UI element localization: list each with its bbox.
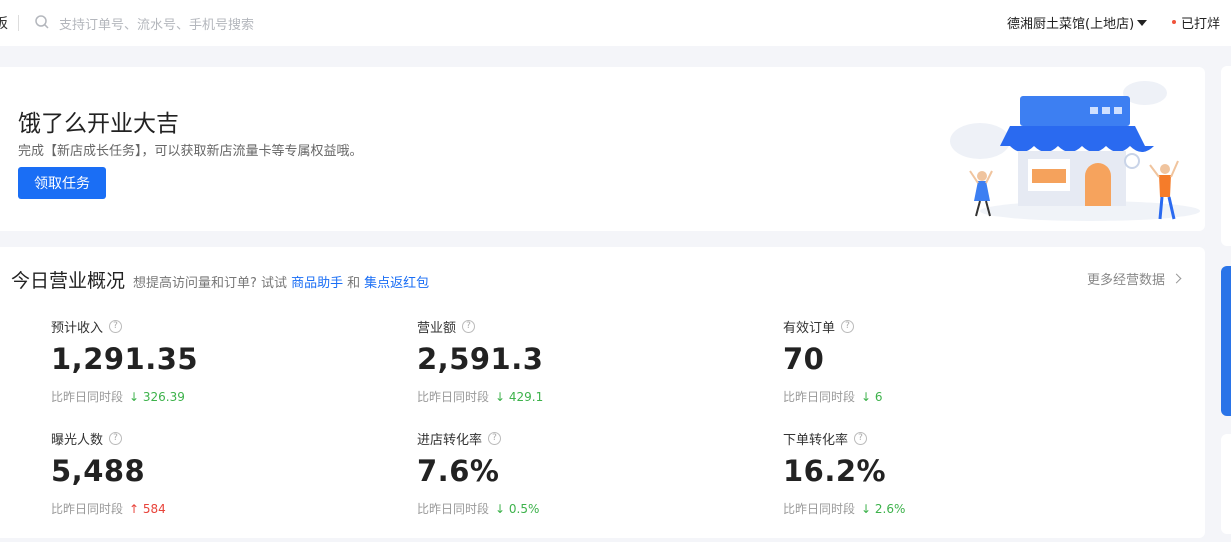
metric-value: 7.6% bbox=[417, 454, 500, 488]
metric-valid-orders: 有效订单? 70 比昨日同时段 ↓ 6 bbox=[783, 317, 1083, 405]
metric-visit-conversion: 进店转化率? 7.6% 比昨日同时段 ↓ 0.5% bbox=[417, 429, 717, 517]
compare-label: 比昨日同时段 bbox=[51, 390, 124, 404]
help-icon[interactable]: ? bbox=[109, 431, 123, 445]
storefront-illustration bbox=[950, 81, 1200, 221]
metric-label: 进店转化率 bbox=[417, 432, 483, 448]
banner-subtitle: 完成【新店成长任务】，可以获取新店流量卡等专属权益哦。 bbox=[18, 144, 363, 159]
delta-value: ↑ 584 bbox=[129, 501, 166, 516]
claim-task-button[interactable]: 领取任务 bbox=[18, 167, 106, 199]
metric-value: 16.2% bbox=[783, 454, 887, 488]
search-icon bbox=[35, 15, 49, 29]
status-dot bbox=[1172, 20, 1176, 24]
delta-value: ↓ 0.5% bbox=[495, 501, 540, 516]
caret-down-icon bbox=[1137, 19, 1148, 26]
metric-label: 曝光人数 bbox=[51, 432, 104, 448]
metric-value: 1,291.35 bbox=[51, 342, 199, 376]
side-panel-tab[interactable] bbox=[1221, 266, 1231, 416]
overview-title: 今日营业概况 bbox=[11, 270, 126, 292]
help-icon[interactable]: ? bbox=[109, 319, 123, 333]
metric-order-conversion: 下单转化率? 16.2% 比昨日同时段 ↓ 2.6% bbox=[783, 429, 1083, 517]
metric-value: 5,488 bbox=[51, 454, 146, 488]
more-data-link[interactable]: 更多经营数据 bbox=[1087, 269, 1182, 288]
delta-value: ↓ 6 bbox=[861, 389, 883, 404]
metric-label: 营业额 bbox=[417, 320, 457, 336]
help-icon[interactable]: ? bbox=[841, 319, 855, 333]
delta-value: ↓ 326.39 bbox=[129, 389, 185, 404]
metric-label: 下单转化率 bbox=[783, 432, 849, 448]
store-status[interactable]: 已打烊 bbox=[1181, 13, 1220, 32]
today-overview-card: 今日营业概况 想提高访问量和订单? 试试 商品助手 和 集点返红包 更多经营数据… bbox=[0, 247, 1205, 538]
side-panel-edge-lower bbox=[1221, 434, 1231, 534]
metric-label: 有效订单 bbox=[783, 320, 836, 336]
overview-hint: 想提高访问量和订单? 试试 bbox=[133, 276, 288, 291]
compare-label: 比昨日同时段 bbox=[417, 502, 490, 516]
chevron-right-icon bbox=[1171, 273, 1182, 284]
metric-exposure: 曝光人数? 5,488 比昨日同时段 ↑ 584 bbox=[51, 429, 351, 517]
store-selector[interactable]: 德湘厨土菜馆(上地店) bbox=[1007, 13, 1148, 32]
help-icon[interactable]: ? bbox=[854, 431, 868, 445]
help-icon[interactable]: ? bbox=[488, 431, 502, 445]
compare-label: 比昨日同时段 bbox=[417, 390, 490, 404]
metric-value: 2,591.3 bbox=[417, 342, 544, 376]
metric-estimated-income: 预计收入? 1,291.35 比昨日同时段 ↓ 326.39 bbox=[51, 317, 351, 405]
points-redpacket-link[interactable]: 集点返红包 bbox=[364, 272, 429, 291]
truncated-nav-label: 板 bbox=[0, 16, 8, 32]
search-input[interactable]: 支持订单号、流水号、手机号搜索 bbox=[59, 14, 254, 33]
delta-value: ↓ 429.1 bbox=[495, 389, 544, 404]
compare-label: 比昨日同时段 bbox=[51, 502, 124, 516]
delta-value: ↓ 2.6% bbox=[861, 501, 906, 516]
help-icon[interactable]: ? bbox=[462, 319, 476, 333]
and-text: 和 bbox=[347, 276, 361, 291]
banner-title: 饿了么开业大吉 bbox=[18, 111, 179, 137]
side-panel-edge bbox=[1221, 66, 1231, 246]
compare-label: 比昨日同时段 bbox=[783, 502, 856, 516]
top-bar: 板 支持订单号、流水号、手机号搜索 德湘厨土菜馆(上地店) 已打烊 bbox=[0, 0, 1231, 46]
compare-label: 比昨日同时段 bbox=[783, 390, 856, 404]
overview-header: 今日营业概况 想提高访问量和订单? 试试 商品助手 和 集点返红包 bbox=[11, 266, 429, 293]
product-assistant-link[interactable]: 商品助手 bbox=[291, 272, 343, 291]
store-name: 德湘厨土菜馆(上地店) bbox=[1007, 17, 1135, 32]
metric-turnover: 营业额? 2,591.3 比昨日同时段 ↓ 429.1 bbox=[417, 317, 717, 405]
metric-label: 预计收入 bbox=[51, 320, 104, 336]
divider bbox=[18, 15, 19, 31]
new-store-banner: 饿了么开业大吉 完成【新店成长任务】，可以获取新店流量卡等专属权益哦。 领取任务 bbox=[0, 67, 1205, 231]
more-data-label: 更多经营数据 bbox=[1087, 273, 1166, 288]
metric-value: 70 bbox=[783, 342, 825, 376]
